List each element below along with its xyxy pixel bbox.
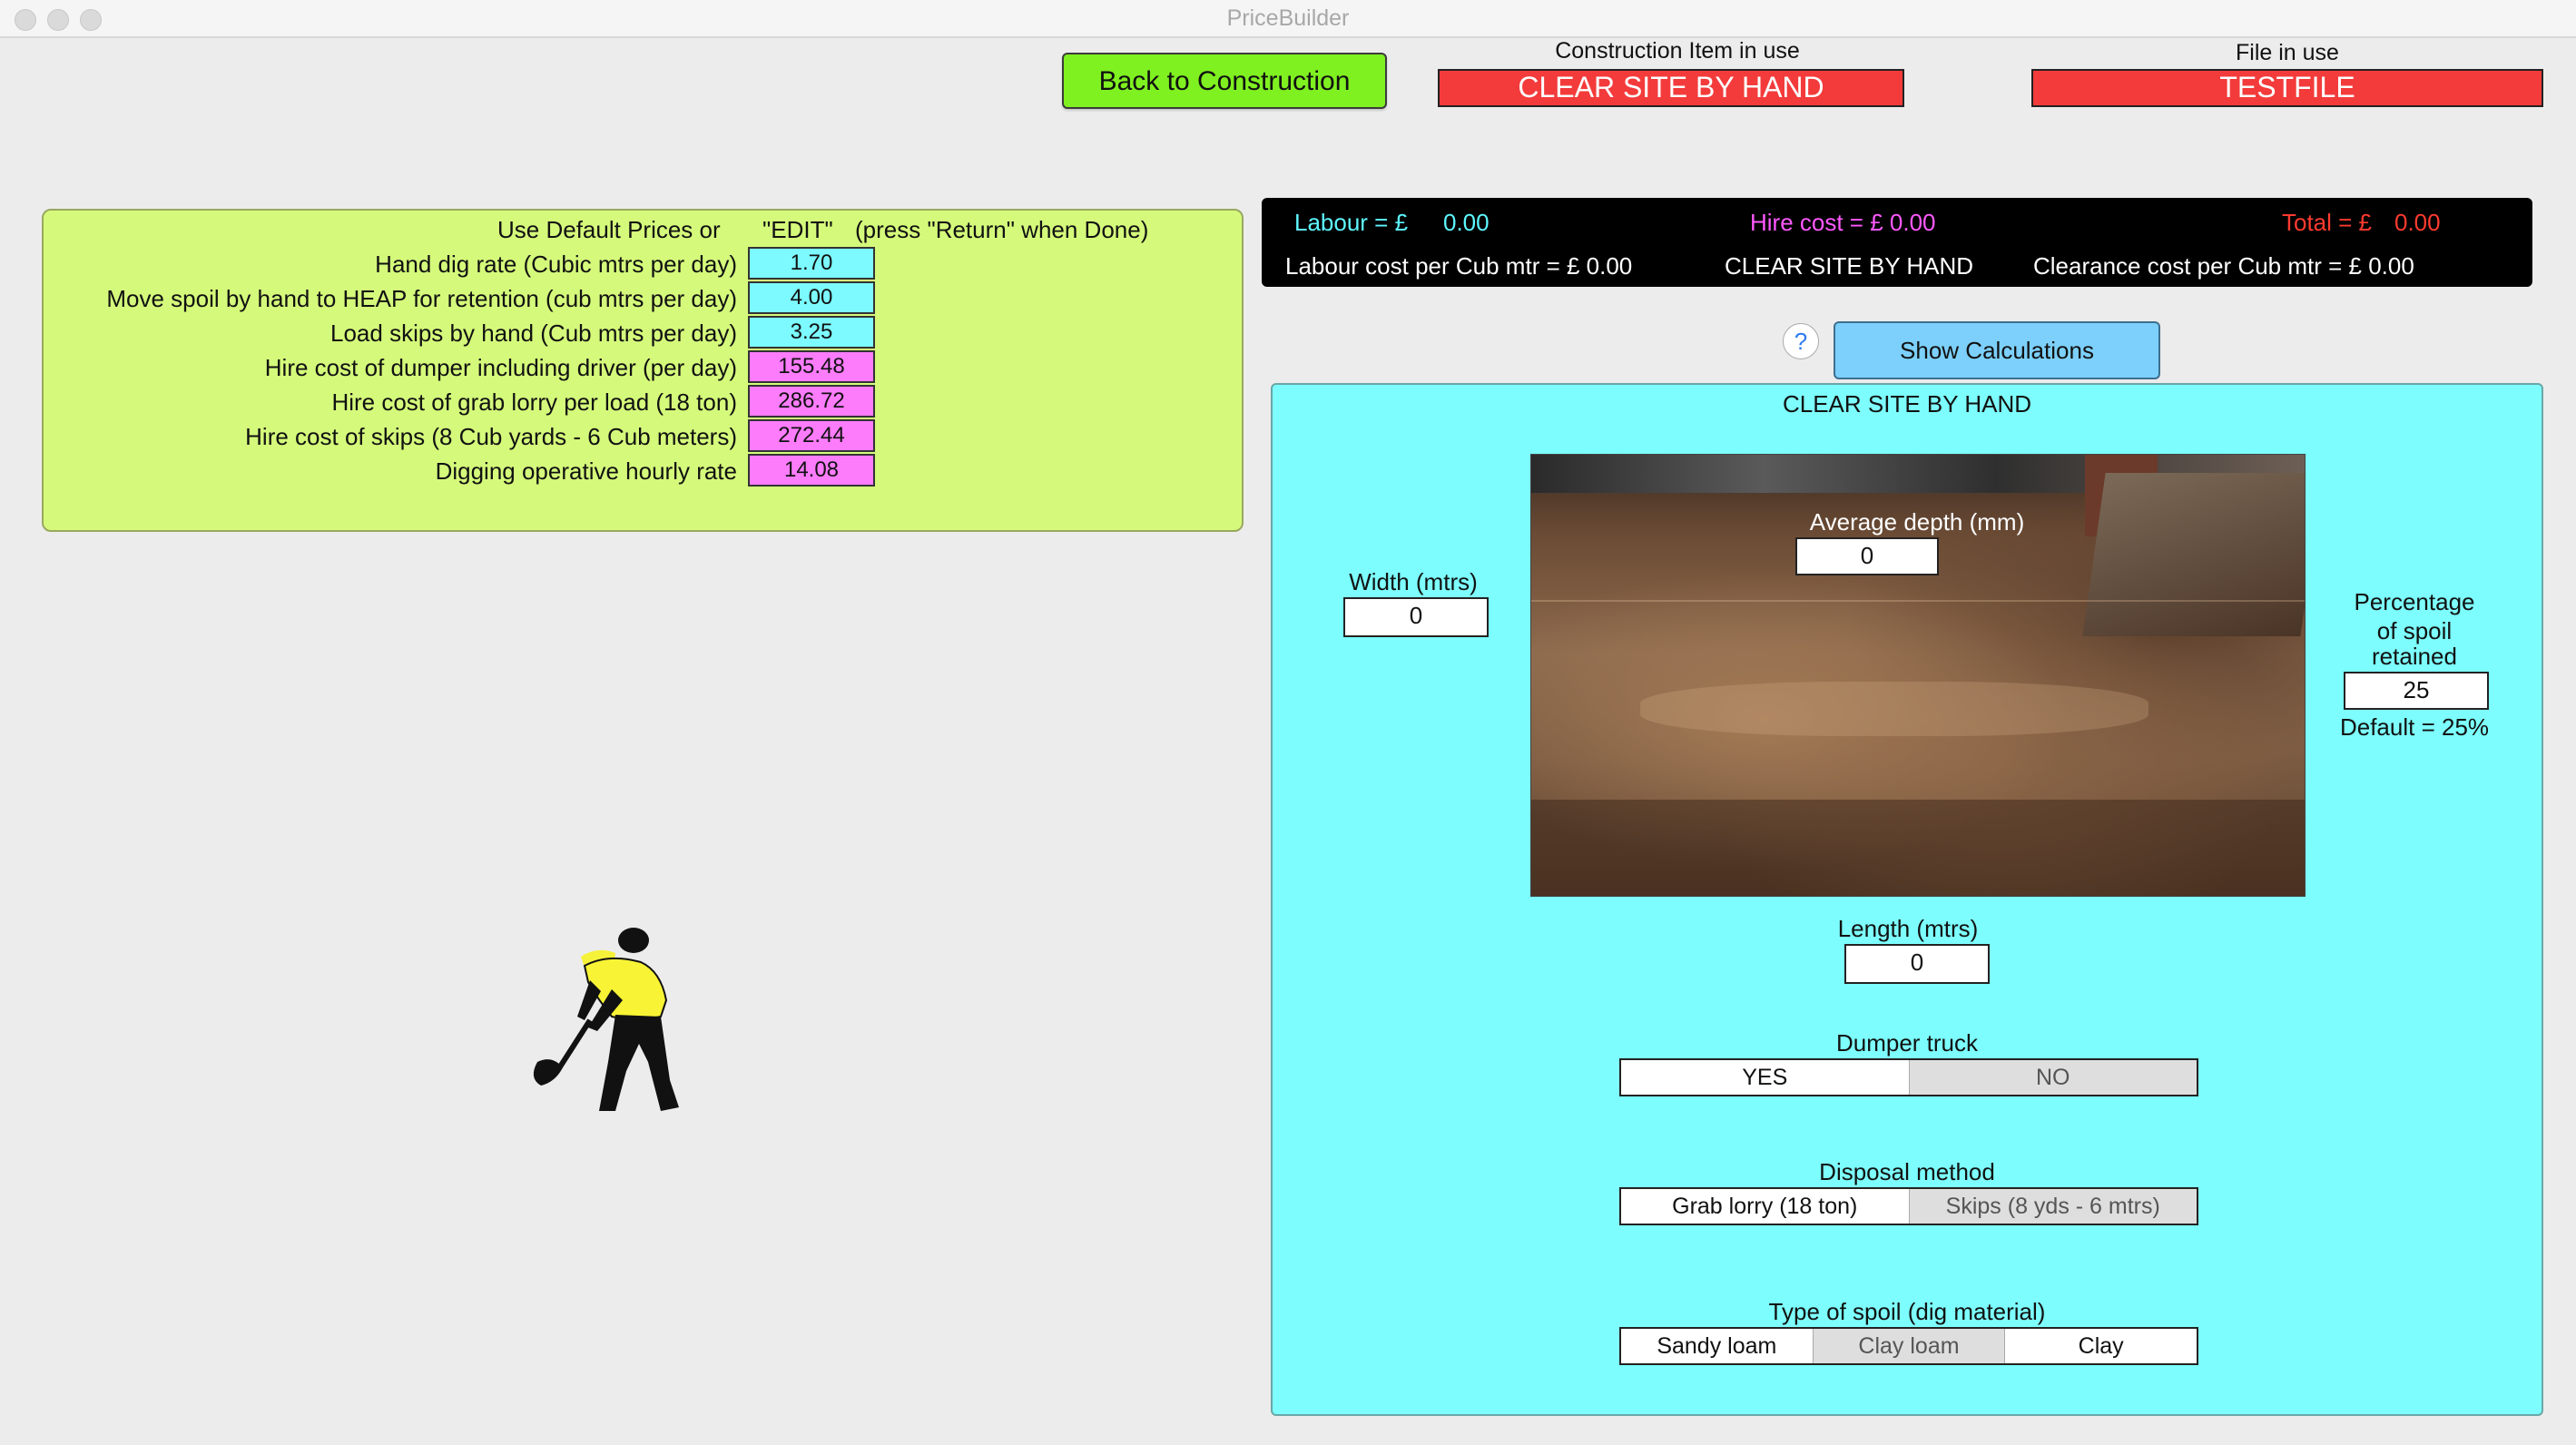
price-row: Hand dig rate (Cubic mtrs per day) 1.70 (44, 247, 1245, 281)
file-in-use-field: TESTFILE (2031, 69, 2543, 107)
construction-item-label: Construction Item in use (1555, 38, 1800, 64)
price-label: Digging operative hourly rate (435, 457, 737, 485)
hire-cost-label: Hire cost = £ 0.00 (1750, 209, 1936, 236)
spoil-type-toggle: Sandy loam Clay loam Clay (1619, 1327, 2198, 1365)
total-value: 0.00 (2394, 209, 2441, 236)
prices-header-text: Use Default Prices or (497, 216, 721, 243)
edit-label: "EDIT" (762, 216, 833, 243)
summary-item-name: CLEAR SITE BY HAND (1725, 252, 1974, 280)
price-label: Hire cost of skips (8 Cub yards - 6 Cub … (245, 423, 737, 450)
clay-option[interactable]: Clay (2004, 1329, 2197, 1363)
back-to-construction-button[interactable]: Back to Construction (1062, 53, 1387, 109)
file-in-use-label: File in use (2236, 40, 2339, 65)
dumper-truck-label: Dumper truck (1835, 1029, 1979, 1057)
default-prices-panel: Use Default Prices or "EDIT" (press "Ret… (42, 209, 1244, 532)
dumper-truck-toggle: YES NO (1619, 1058, 2198, 1096)
labour-value: 0.00 (1443, 209, 1490, 236)
average-depth-label: Average depth (mm) (1809, 508, 2025, 536)
price-row: Hire cost of dumper including driver (pe… (44, 350, 1245, 385)
digging-worker-icon (533, 928, 679, 1111)
price-row: Load skips by hand (Cub mtrs per day) 3.… (44, 316, 1245, 350)
price-label: Hand dig rate (Cubic mtrs per day) (375, 251, 737, 278)
title-bar: PriceBuilder (0, 0, 2576, 38)
spoil-retained-input[interactable]: 25 (2344, 672, 2489, 710)
disposal-method-label: Disposal method (1819, 1158, 1995, 1185)
price-row: Hire cost of skips (8 Cub yards - 6 Cub … (44, 419, 1245, 454)
price-label: Hire cost of grab lorry per load (18 ton… (331, 388, 737, 416)
site-dimensions-panel: CLEAR SITE BY HAND Average depth (mm) 0 … (1271, 383, 2543, 1416)
dumper-hire-cost-input[interactable]: 155.48 (748, 350, 875, 383)
spoil-label-line2: of spoil (2376, 617, 2453, 644)
spoil-label-line3: retained (2372, 643, 2457, 670)
spoil-label-line1: Percentage (2354, 588, 2475, 615)
price-row: Hire cost of grab lorry per load (18 ton… (44, 385, 1245, 419)
average-depth-input[interactable]: 0 (1795, 537, 1939, 575)
total-label: Total = £ (2282, 209, 2373, 236)
help-button[interactable]: ? (1783, 323, 1819, 359)
move-spoil-rate-input[interactable]: 4.00 (748, 281, 875, 314)
hand-dig-rate-input[interactable]: 1.70 (748, 247, 875, 280)
clearance-cost-per-cub-mtr: Clearance cost per Cub mtr = £ 0.00 (2033, 252, 2414, 280)
skips-option[interactable]: Skips (8 yds - 6 mtrs) (1908, 1189, 2197, 1224)
length-input[interactable]: 0 (1844, 944, 1990, 984)
dumper-yes-option[interactable]: YES (1621, 1060, 1909, 1095)
show-calculations-button[interactable]: Show Calculations (1834, 321, 2160, 379)
clay-loam-option[interactable]: Clay loam (1812, 1329, 2005, 1363)
sandy-loam-option[interactable]: Sandy loam (1621, 1329, 1813, 1363)
skip-hire-cost-input[interactable]: 272.44 (748, 419, 875, 452)
panel-title: CLEAR SITE BY HAND (1782, 390, 2032, 418)
operative-hourly-rate-input[interactable]: 14.08 (748, 454, 875, 487)
labour-cost-per-cub-mtr: Labour cost per Cub mtr = £ 0.00 (1285, 252, 1633, 280)
length-label: Length (mtrs) (1837, 915, 1979, 942)
price-row: Move spoil by hand to HEAP for retention… (44, 281, 1245, 316)
grab-lorry-option[interactable]: Grab lorry (18 ton) (1621, 1189, 1909, 1224)
disposal-method-toggle: Grab lorry (18 ton) Skips (8 yds - 6 mtr… (1619, 1187, 2198, 1225)
spoil-type-label: Type of spoil (dig material) (1768, 1298, 2046, 1325)
window-title: PriceBuilder (1226, 5, 1350, 31)
return-hint: (press "Return" when Done) (855, 216, 1149, 243)
cost-summary-panel: Labour = £ 0.00 Hire cost = £ 0.00 Total… (1262, 198, 2532, 287)
labour-label: Labour = £ (1294, 209, 1409, 236)
price-label: Load skips by hand (Cub mtrs per day) (330, 319, 737, 347)
grab-lorry-cost-input[interactable]: 286.72 (748, 385, 875, 418)
price-label: Move spoil by hand to HEAP for retention… (106, 285, 737, 312)
price-row: Digging operative hourly rate 14.08 (44, 454, 1245, 488)
load-skips-rate-input[interactable]: 3.25 (748, 316, 875, 349)
price-label: Hire cost of dumper including driver (pe… (264, 354, 737, 381)
construction-item-field: CLEAR SITE BY HAND (1438, 69, 1904, 107)
width-label: Width (mtrs) (1349, 568, 1478, 595)
dumper-no-option[interactable]: NO (1908, 1060, 2197, 1095)
spoil-default-label: Default = 25% (2339, 713, 2490, 741)
width-input[interactable]: 0 (1343, 597, 1489, 637)
